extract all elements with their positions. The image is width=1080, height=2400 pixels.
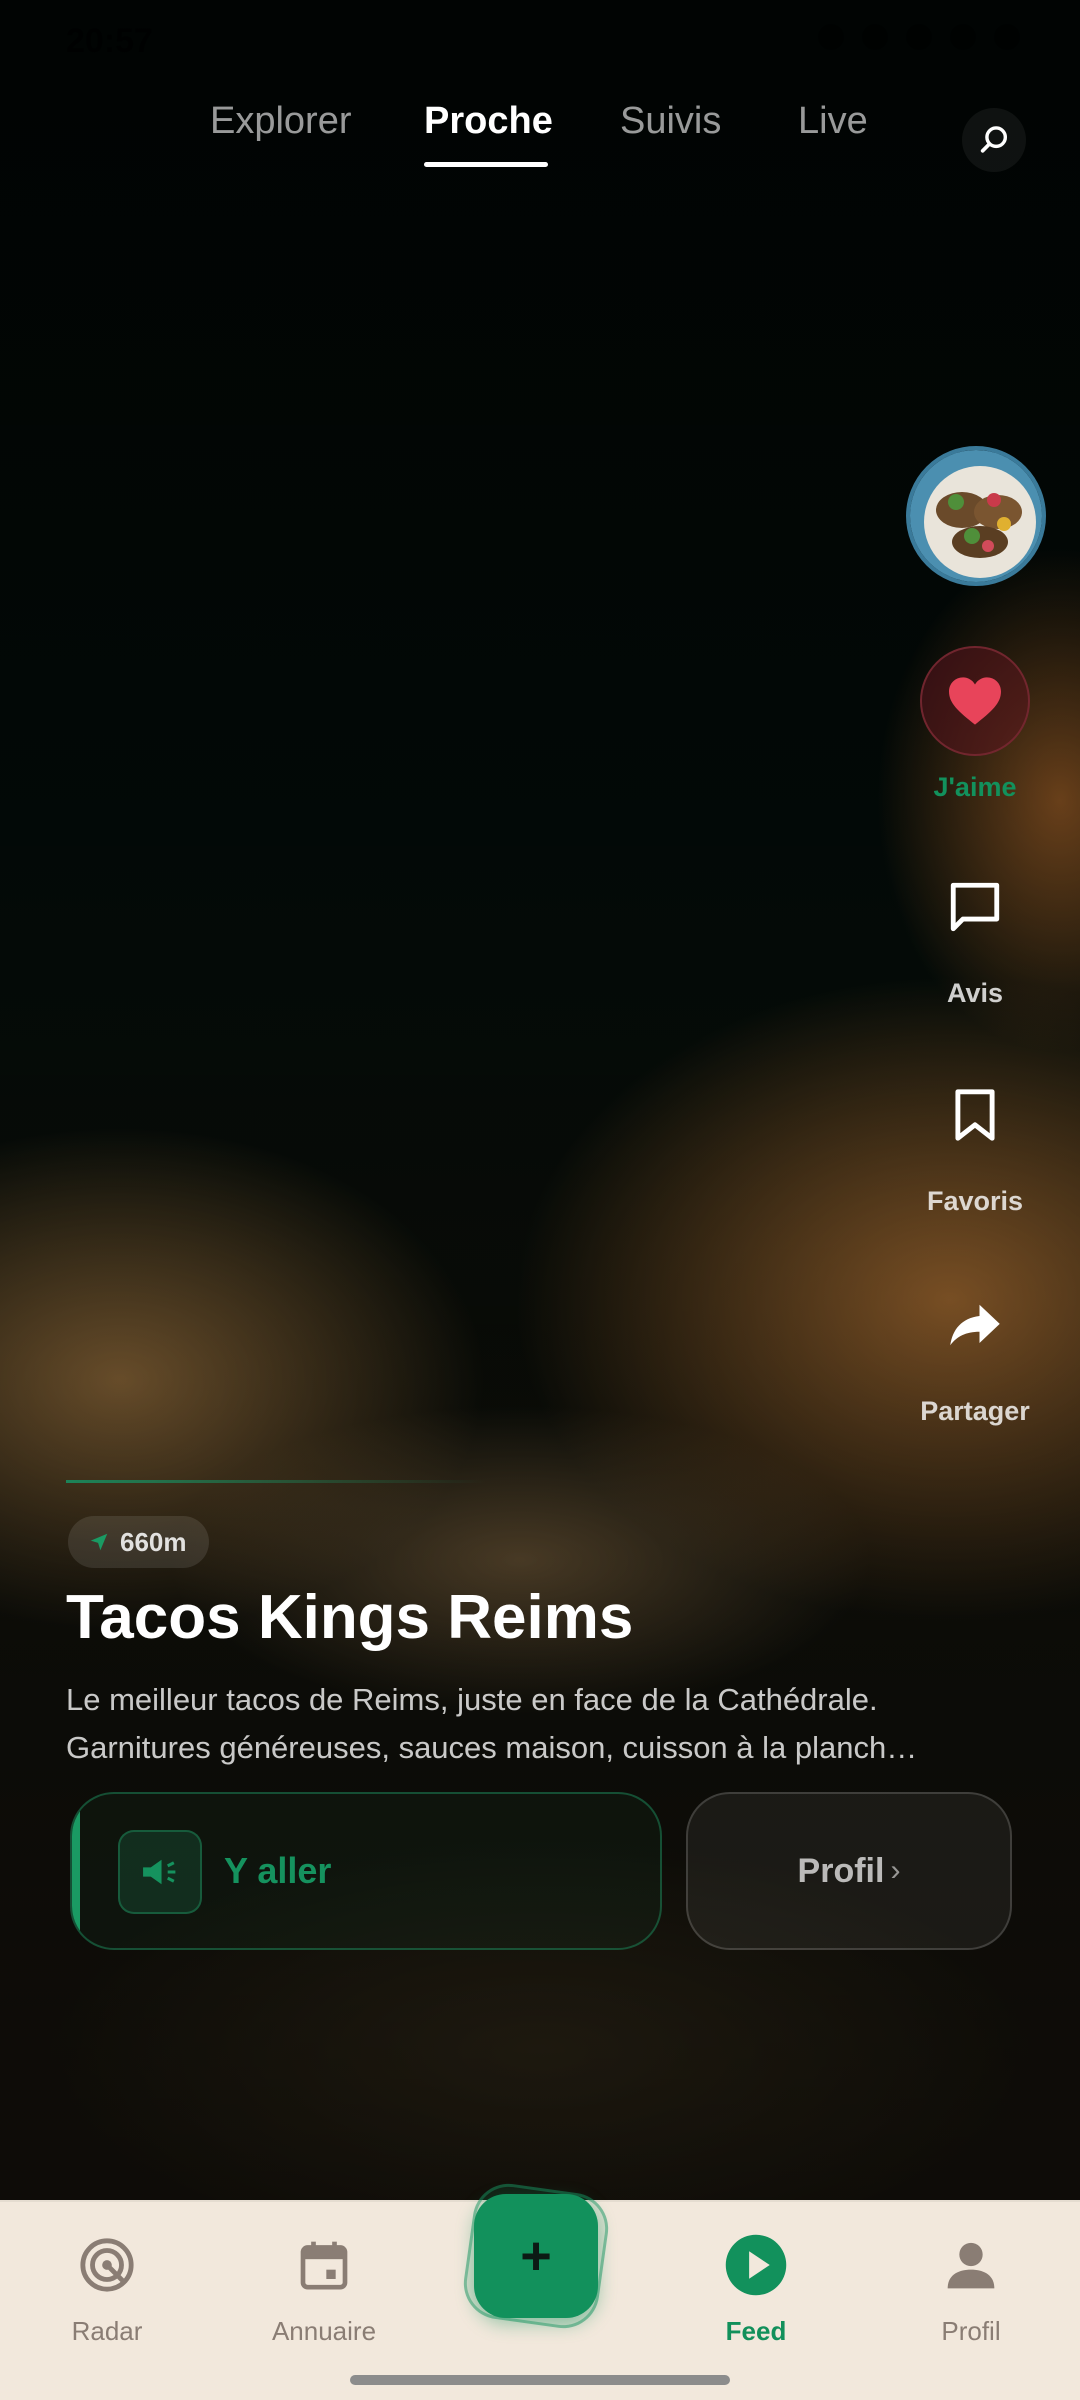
- calendar-icon: [300, 2241, 348, 2290]
- search-button[interactable]: [962, 108, 1026, 172]
- status-time: 20:57: [66, 22, 153, 60]
- create-post-fab[interactable]: +: [459, 2179, 613, 2333]
- favorites-action[interactable]: Favoris: [890, 1060, 1060, 1217]
- feed-tabs: Explorer Proche Suivis Live: [0, 100, 1080, 180]
- like-label: J'aime: [933, 772, 1017, 802]
- search-icon: [980, 126, 1008, 153]
- share-action[interactable]: Partager: [890, 1270, 1060, 1427]
- person-icon: [947, 2242, 995, 2289]
- status-icons: [818, 24, 1020, 50]
- chevron-right-icon: ›: [890, 1854, 901, 1887]
- place-description[interactable]: Le meilleur tacos de Reims, juste en fac…: [66, 1676, 1016, 1772]
- battery-icon: [994, 24, 1020, 50]
- add-button[interactable]: +: [474, 2194, 598, 2318]
- comment-icon: [950, 882, 1000, 932]
- wifi-icon: [906, 24, 932, 50]
- go-there-button[interactable]: Y aller: [70, 1792, 662, 1950]
- megaphone-icon-box: [118, 1830, 202, 1914]
- nav-label-annuaire: Annuaire: [271, 2316, 377, 2346]
- nav-label-radar: Radar: [71, 2316, 143, 2346]
- mute-icon: [818, 24, 844, 50]
- play-icon: [725, 2234, 787, 2296]
- megaphone-icon: [143, 1859, 176, 1885]
- radar-icon: [80, 2238, 134, 2292]
- tab-explorer[interactable]: Explorer: [210, 100, 352, 143]
- favorites-label: Favoris: [926, 1186, 1024, 1216]
- accent-divider: [66, 1480, 486, 1483]
- creator-avatar[interactable]: [906, 446, 1046, 586]
- status-bar: 20:57: [0, 0, 1080, 80]
- nav-item-radar[interactable]: Radar: [17, 2230, 197, 2347]
- share-arrow-icon: [950, 1304, 1000, 1346]
- nav-label-profil: Profil: [941, 2316, 1001, 2346]
- description-line-2: Garnitures généreuses, sauces maison, cu…: [66, 1730, 918, 1765]
- reviews-label: Avis: [946, 978, 1004, 1008]
- reviews-action[interactable]: Avis: [890, 852, 1060, 1009]
- share-button[interactable]: [920, 1270, 1030, 1380]
- reviews-button[interactable]: [920, 852, 1030, 962]
- profile-button-label: Profil: [797, 1851, 885, 1890]
- tab-proche[interactable]: Proche: [424, 100, 553, 143]
- nav-label-feed: Feed: [725, 2316, 787, 2346]
- location-icon: [862, 24, 888, 50]
- like-button[interactable]: [920, 646, 1030, 756]
- alarm-icon: [950, 24, 976, 50]
- distance-badge: 660m: [68, 1516, 209, 1568]
- view-profile-button[interactable]: Profil ›: [686, 1792, 1012, 1950]
- navigation-arrow-icon: [90, 1533, 108, 1551]
- active-tab-indicator: [424, 162, 548, 167]
- go-there-label: Y aller: [224, 1850, 332, 1891]
- description-line-1: Le meilleur tacos de Reims, juste en fac…: [66, 1682, 878, 1717]
- nav-item-feed[interactable]: Feed: [666, 2230, 846, 2347]
- plus-icon: +: [520, 2226, 552, 2286]
- bookmark-icon: [955, 1089, 995, 1141]
- home-indicator[interactable]: [350, 2375, 730, 2385]
- heart-icon: [949, 677, 1001, 725]
- share-label: Partager: [920, 1396, 1030, 1426]
- place-title: Tacos Kings Reims: [66, 1583, 634, 1652]
- tab-suivis[interactable]: Suivis: [620, 100, 721, 143]
- nav-item-profil[interactable]: Profil: [881, 2230, 1061, 2347]
- nav-item-annuaire[interactable]: Annuaire: [234, 2230, 414, 2347]
- like-action[interactable]: J'aime: [890, 646, 1060, 803]
- tab-live[interactable]: Live: [798, 100, 868, 143]
- go-button-accent: [72, 1794, 80, 1948]
- distance-value: 660m: [120, 1526, 187, 1557]
- favorites-button[interactable]: [920, 1060, 1030, 1170]
